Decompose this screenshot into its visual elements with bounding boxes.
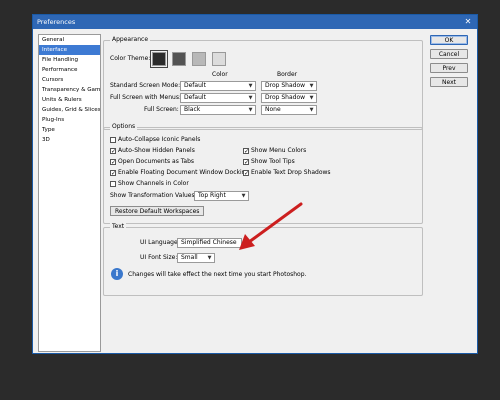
full-screen-menus-color-select[interactable]: Default ▼: [180, 93, 256, 103]
checkbox-box: [110, 180, 116, 187]
category-item-interface[interactable]: Interface: [39, 45, 100, 55]
select-value: Drop Shadow: [265, 94, 306, 101]
checkbox-label: Open Documents as Tabs: [118, 158, 195, 165]
standard-screen-border-select[interactable]: Drop Shadow ▼: [261, 81, 317, 91]
checkbox-label: Enable Floating Document Window Docking: [118, 169, 250, 176]
category-item-guides[interactable]: Guides, Grid & Slices: [39, 105, 100, 115]
next-button[interactable]: Next: [430, 77, 468, 87]
checkbox-label: Show Menu Colors: [251, 147, 307, 154]
cancel-button[interactable]: Cancel: [430, 49, 468, 59]
checkbox-auto-collapse[interactable]: Auto-Collapse Iconic Panels: [110, 135, 200, 144]
checkbox-open-tabs[interactable]: ✓ Open Documents as Tabs: [110, 157, 194, 166]
checkmark-icon: ✓: [110, 169, 117, 177]
select-value: None: [265, 106, 281, 113]
standard-screen-color-select[interactable]: Default ▼: [180, 81, 256, 91]
chevron-down-icon: ▼: [207, 255, 212, 261]
checkbox-tool-tips[interactable]: ✓ Show Tool Tips: [243, 157, 295, 166]
category-item-cursors[interactable]: Cursors: [39, 75, 100, 85]
color-theme-label: Color Theme:: [110, 55, 151, 62]
theme-swatch-medium-light[interactable]: [192, 52, 206, 66]
restart-info-text: Changes will take effect the next time y…: [128, 271, 307, 278]
full-screen-menus-border-select[interactable]: Drop Shadow ▼: [261, 93, 317, 103]
select-value: Simplified Chinese: [181, 239, 237, 246]
standard-screen-mode-label: Standard Screen Mode:: [110, 82, 181, 89]
chevron-down-icon: ▼: [309, 83, 314, 89]
category-item-transparency[interactable]: Transparency & Gamut: [39, 85, 100, 95]
checkmark-icon: ✓: [243, 147, 250, 155]
color-column-header: Color: [212, 71, 228, 78]
full-screen-menus-label: Full Screen with Menus:: [110, 94, 181, 101]
category-item-3d[interactable]: 3D: [39, 135, 100, 145]
select-value: Small: [181, 254, 198, 261]
checkbox-label: Show Tool Tips: [251, 158, 295, 165]
checkbox-channels-color[interactable]: Show Channels in Color: [110, 179, 189, 188]
select-value: Default: [184, 82, 206, 89]
category-item-units[interactable]: Units & Rulers: [39, 95, 100, 105]
options-group-title: Options: [110, 123, 138, 131]
checkbox-label: Auto-Collapse Iconic Panels: [118, 136, 201, 143]
checkbox-floating-docking[interactable]: ✓ Enable Floating Document Window Docking: [110, 168, 249, 177]
category-item-plugins[interactable]: Plug-Ins: [39, 115, 100, 125]
full-screen-color-select[interactable]: Black ▼: [180, 105, 256, 115]
chevron-down-icon: ▼: [309, 95, 314, 101]
select-value: Top Right: [198, 192, 226, 199]
info-icon: i: [111, 268, 123, 280]
category-item-general[interactable]: General: [39, 35, 100, 45]
transform-values-label: Show Transformation Values:: [110, 192, 197, 199]
full-screen-label: Full Screen:: [144, 106, 179, 113]
theme-swatch-medium-dark[interactable]: [172, 52, 186, 66]
full-screen-border-select[interactable]: None ▼: [261, 105, 317, 115]
category-list: General Interface File Handling Performa…: [38, 34, 101, 352]
checkbox-box: [110, 136, 116, 143]
appearance-group-title: Appearance: [110, 36, 151, 44]
checkbox-label: Show Channels in Color: [118, 180, 189, 187]
checkbox-label: Auto-Show Hidden Panels: [118, 147, 195, 154]
checkmark-icon: ✓: [243, 169, 250, 177]
checkbox-label: Enable Text Drop Shadows: [251, 169, 331, 176]
dialog-buttons: OK Cancel Prev Next: [430, 35, 472, 91]
checkmark-icon: ✓: [110, 147, 117, 155]
category-item-type[interactable]: Type: [39, 125, 100, 135]
select-value: Default: [184, 94, 206, 101]
text-group-title: Text: [110, 223, 127, 231]
select-value: Black: [184, 106, 201, 113]
red-arrow-annotation: [239, 202, 303, 250]
category-item-performance[interactable]: Performance: [39, 65, 100, 75]
checkbox-auto-show[interactable]: ✓ Auto-Show Hidden Panels: [110, 146, 195, 155]
chevron-down-icon: ▼: [309, 107, 314, 113]
checkmark-icon: ✓: [110, 158, 117, 166]
chevron-down-icon: ▼: [248, 83, 253, 89]
appearance-group: Appearance Color Theme: Color Border Sta…: [103, 36, 423, 130]
window-title: Preferences: [37, 18, 76, 26]
chevron-down-icon: ▼: [248, 95, 253, 101]
checkbox-menu-colors[interactable]: ✓ Show Menu Colors: [243, 146, 306, 155]
theme-swatch-light[interactable]: [212, 52, 226, 66]
category-item-file-handling[interactable]: File Handling: [39, 55, 100, 65]
ui-language-label: UI Language:: [140, 239, 180, 246]
prev-button[interactable]: Prev: [430, 63, 468, 73]
ui-font-size-label: UI Font Size:: [140, 254, 178, 261]
border-column-header: Border: [277, 71, 298, 78]
checkbox-text-drop-shadows[interactable]: ✓ Enable Text Drop Shadows: [243, 168, 331, 177]
select-value: Drop Shadow: [265, 82, 306, 89]
restore-workspaces-button[interactable]: Restore Default Workspaces: [110, 206, 205, 216]
title-bar: Preferences ✕: [33, 15, 477, 29]
close-icon[interactable]: ✕: [463, 17, 473, 27]
preferences-dialog: Preferences ✕ General Interface File Han…: [32, 14, 478, 354]
theme-swatch-dark[interactable]: [150, 50, 168, 68]
ok-button[interactable]: OK: [430, 35, 468, 45]
chevron-down-icon: ▼: [248, 107, 253, 113]
ui-font-size-select[interactable]: Small ▼: [177, 253, 215, 263]
checkmark-icon: ✓: [243, 158, 250, 166]
